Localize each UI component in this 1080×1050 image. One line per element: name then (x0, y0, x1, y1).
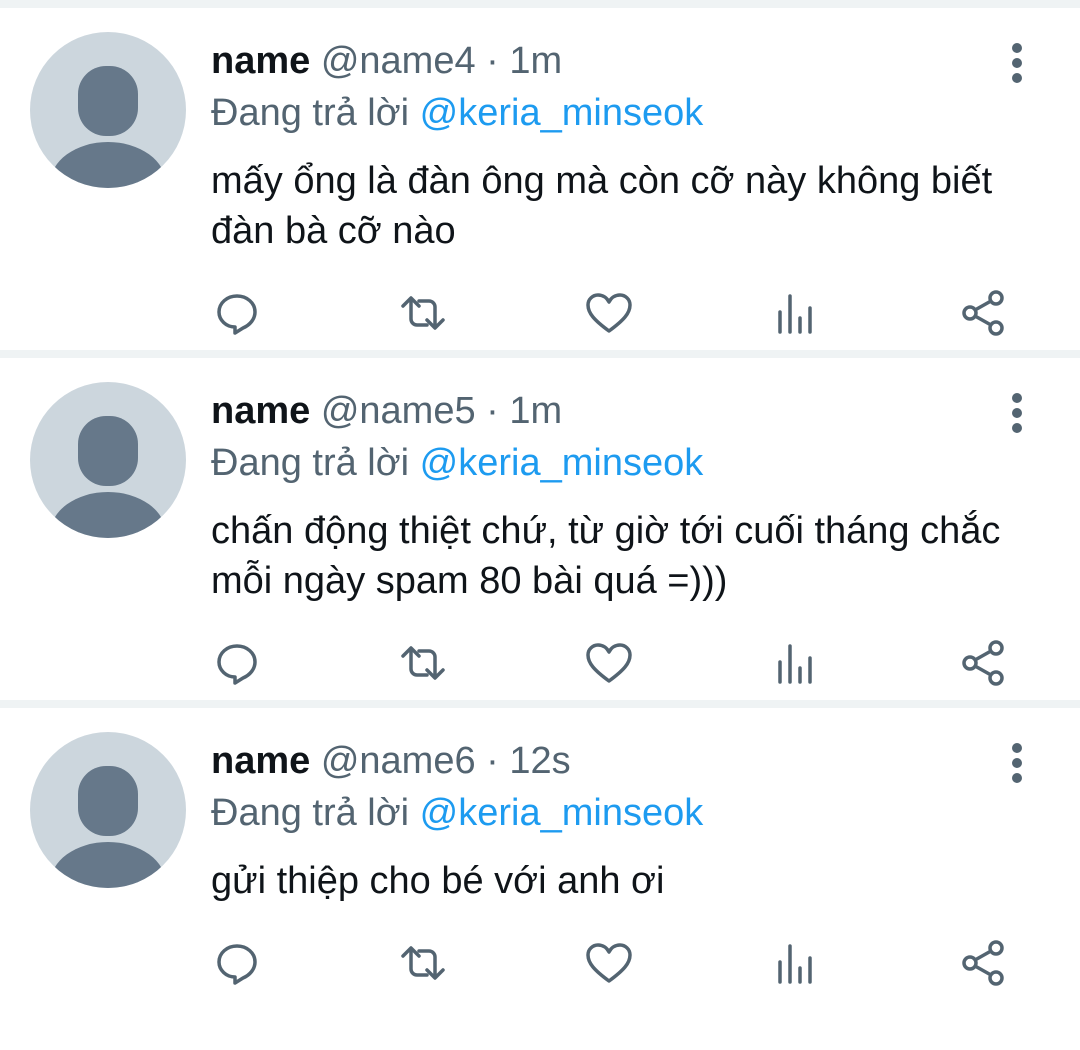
share-icon[interactable] (958, 638, 1008, 688)
like-icon[interactable] (584, 938, 634, 988)
avatar[interactable] (30, 32, 186, 188)
like-icon[interactable] (584, 288, 634, 338)
user-handle[interactable]: @name4 (321, 40, 476, 82)
display-name[interactable]: name (211, 390, 310, 432)
tweet-divider (0, 350, 1080, 358)
reply-icon[interactable] (212, 938, 262, 988)
reply-icon[interactable] (212, 638, 262, 688)
tweet-card[interactable]: name @name5 · 1m Đang trả lời @keria_min… (0, 358, 1080, 708)
separator: · (486, 740, 499, 782)
separator: · (486, 40, 499, 82)
replying-prefix: Đang trả lời (211, 792, 410, 834)
retweet-icon[interactable] (398, 938, 448, 988)
default-avatar-icon (50, 416, 166, 538)
timestamp[interactable]: 1m (509, 40, 562, 82)
share-icon[interactable] (958, 288, 1008, 338)
reply-icon[interactable] (212, 288, 262, 338)
timestamp[interactable]: 12s (509, 740, 570, 782)
display-name[interactable]: name (211, 740, 310, 782)
replying-to-line: Đang trả lời @keria_minseok (211, 440, 703, 486)
views-icon[interactable] (772, 288, 822, 338)
user-handle[interactable]: @name5 (321, 390, 476, 432)
mention-link[interactable]: @keria_minseok (420, 442, 704, 484)
like-icon[interactable] (584, 638, 634, 688)
default-avatar-icon (50, 66, 166, 188)
share-icon[interactable] (958, 938, 1008, 988)
default-avatar-icon (50, 766, 166, 888)
views-icon[interactable] (772, 638, 822, 688)
user-handle[interactable]: @name6 (321, 740, 476, 782)
replying-prefix: Đang trả lời (211, 92, 410, 134)
top-divider (0, 0, 1080, 8)
avatar[interactable] (30, 732, 186, 888)
retweet-icon[interactable] (398, 638, 448, 688)
more-options-icon[interactable] (1000, 38, 1034, 88)
tweet-card[interactable]: name @name4 · 1m Đang trả lời @keria_min… (0, 8, 1080, 358)
tweet-text: gửi thiệp cho bé với anh ơi (211, 860, 665, 902)
more-options-icon[interactable] (1000, 738, 1034, 788)
tweet-divider (0, 700, 1080, 708)
tweet-header: name @name6 · 12s (211, 738, 571, 784)
separator: · (486, 390, 499, 432)
tweet-header: name @name4 · 1m (211, 38, 562, 84)
replying-prefix: Đang trả lời (211, 442, 410, 484)
retweet-icon[interactable] (398, 288, 448, 338)
mention-link[interactable]: @keria_minseok (420, 792, 704, 834)
tweet-card[interactable]: name @name6 · 12s Đang trả lời @keria_mi… (0, 708, 1080, 1050)
display-name[interactable]: name (211, 40, 310, 82)
tweet-text: chấn động thiệt chứ, từ giờ tới cuối thá… (211, 510, 1001, 602)
replying-to-line: Đang trả lời @keria_minseok (211, 90, 703, 136)
tweet-text: mấy ổng là đàn ông mà còn cỡ này không b… (211, 160, 993, 252)
more-options-icon[interactable] (1000, 388, 1034, 438)
tweet-header: name @name5 · 1m (211, 388, 562, 434)
views-icon[interactable] (772, 938, 822, 988)
avatar[interactable] (30, 382, 186, 538)
replying-to-line: Đang trả lời @keria_minseok (211, 790, 703, 836)
mention-link[interactable]: @keria_minseok (420, 92, 704, 134)
timestamp[interactable]: 1m (509, 390, 562, 432)
